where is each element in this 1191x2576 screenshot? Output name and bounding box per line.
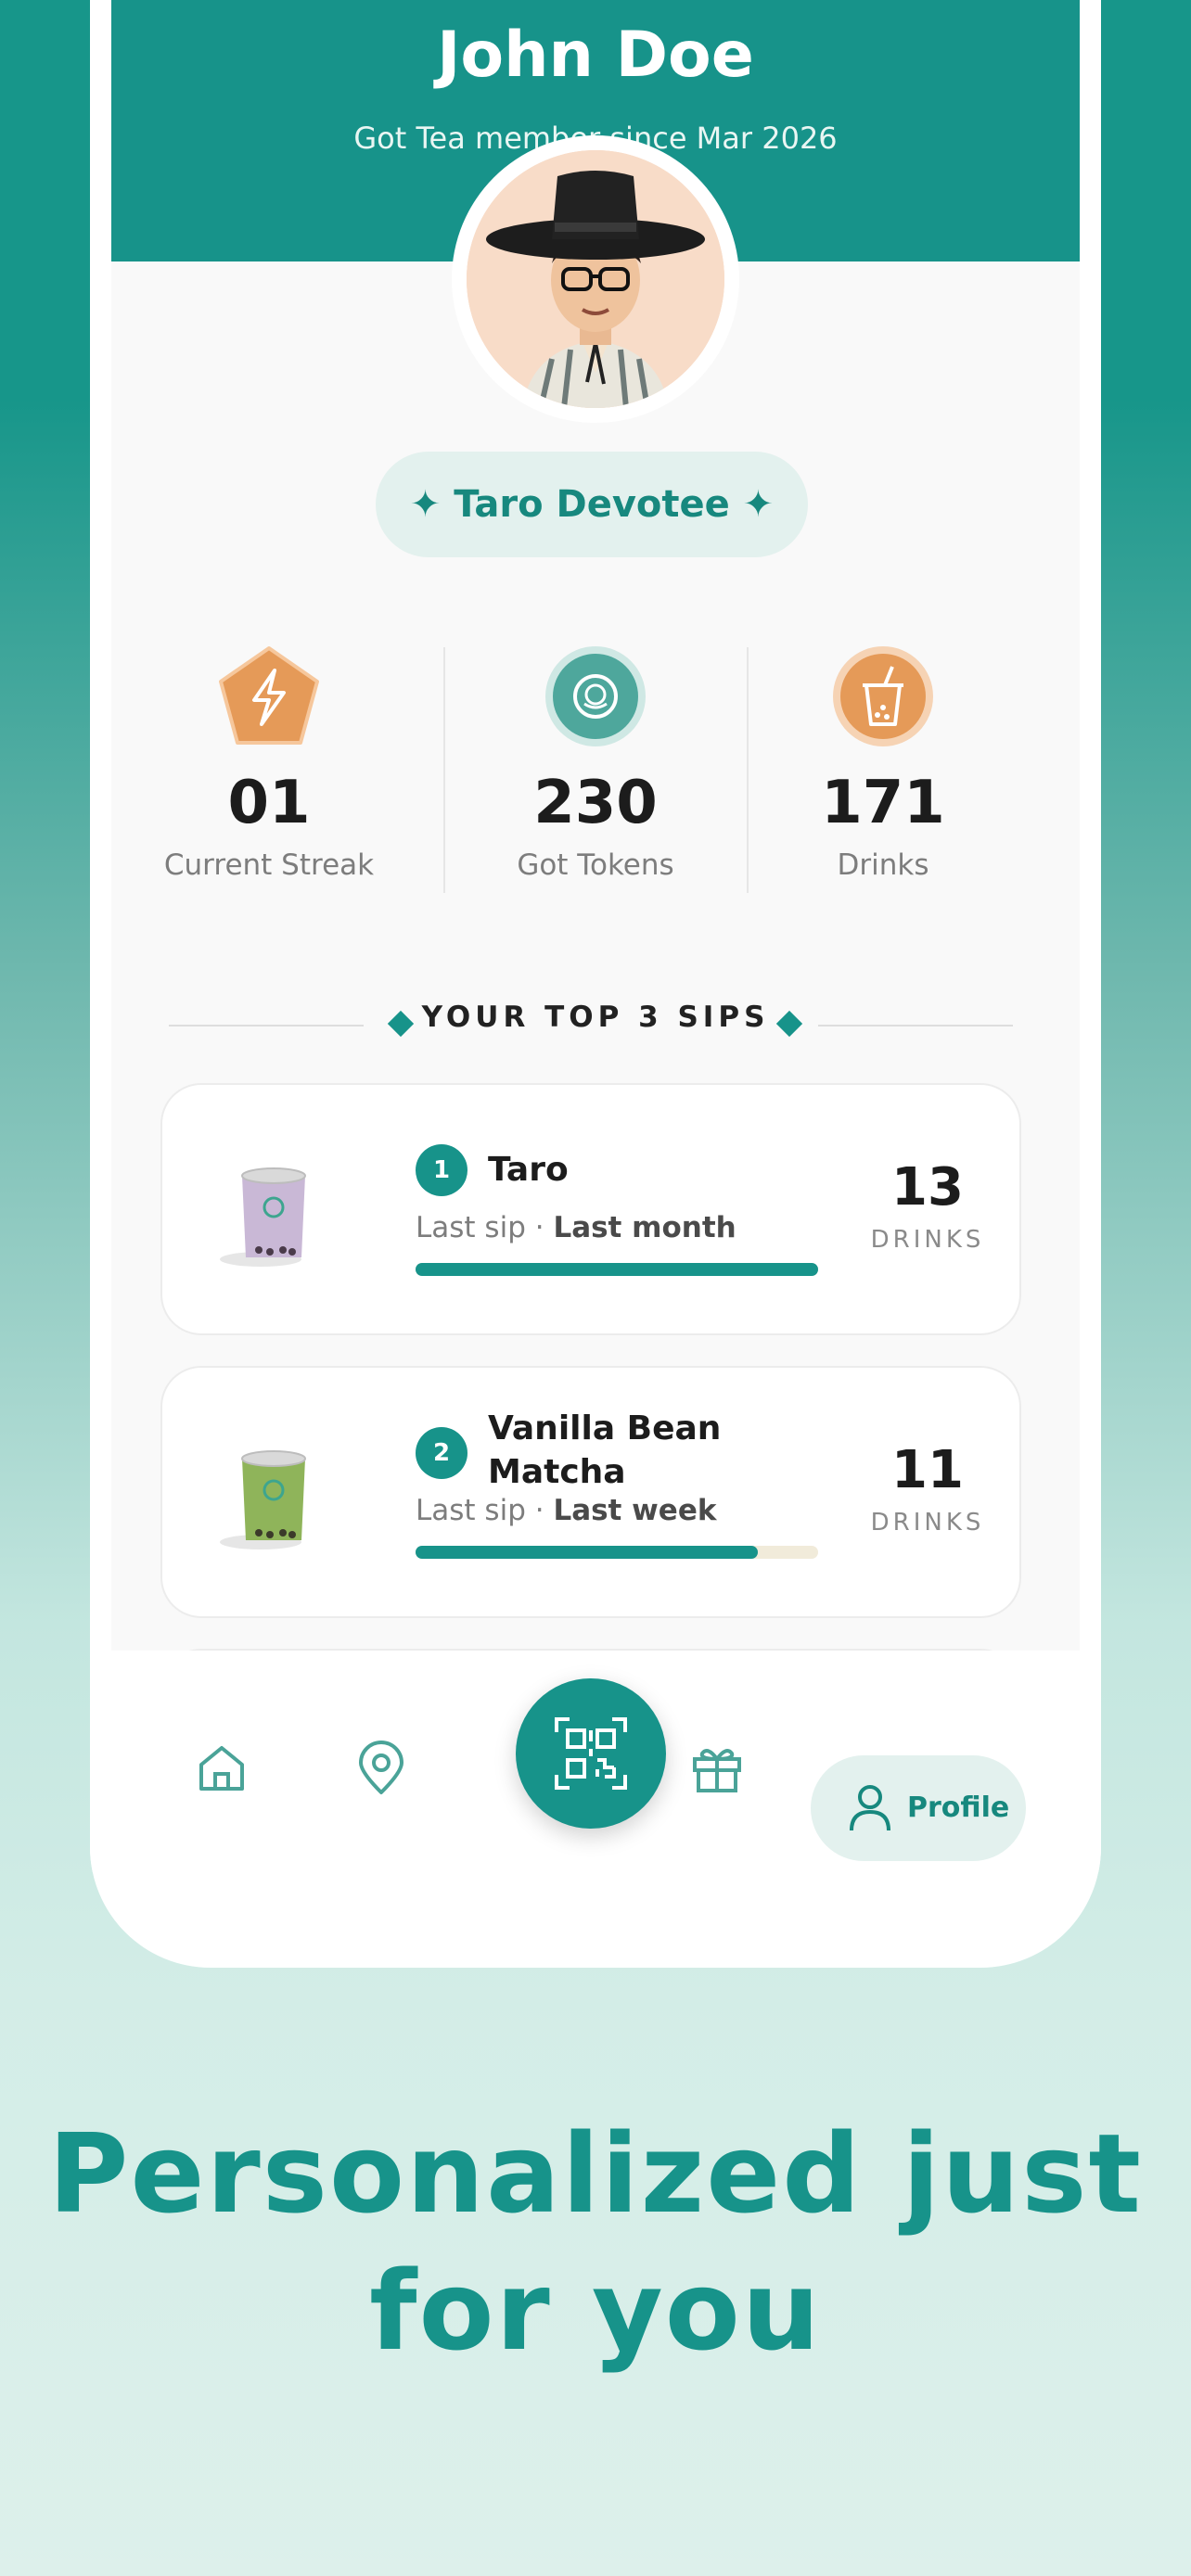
stat-label: Got Tokens bbox=[517, 848, 674, 882]
avatar[interactable] bbox=[452, 135, 739, 423]
divider-line bbox=[818, 1025, 1013, 1027]
drink-name: Taro bbox=[488, 1151, 569, 1189]
profile-icon bbox=[842, 1780, 898, 1836]
nav-profile-label: Profile bbox=[907, 1792, 1010, 1824]
matcha-cup-image bbox=[218, 1444, 329, 1555]
phone-frame: John Doe Got Tea member since Mar 2026 ✦… bbox=[90, 0, 1101, 1968]
last-sip-value: Last month bbox=[553, 1211, 736, 1244]
stat-got-tokens: 230 Got Tokens bbox=[452, 644, 739, 882]
scan-qr-icon bbox=[555, 1717, 627, 1790]
gift-icon[interactable] bbox=[689, 1741, 745, 1796]
tagline-line-2: for you bbox=[369, 2247, 822, 2375]
drink-name: Vanilla Bean Matcha bbox=[488, 1409, 722, 1491]
drink-count: 11 bbox=[891, 1440, 964, 1500]
lightning-icon bbox=[217, 644, 321, 748]
marketing-tagline: Personalized just for you bbox=[0, 2105, 1191, 2379]
stat-label: Drinks bbox=[837, 848, 929, 882]
nav-profile-button[interactable]: Profile bbox=[811, 1755, 1026, 1861]
top-sip-card-1[interactable]: 1 Taro Last sip · Last month 13 DRINKS bbox=[160, 1083, 1021, 1335]
rank-badge: 2 bbox=[416, 1427, 467, 1479]
progress-bar-fill bbox=[416, 1263, 818, 1276]
stat-value: 171 bbox=[821, 769, 945, 837]
tier-badge: ✦ Taro Devotee ✦ bbox=[376, 452, 808, 557]
taro-cup-image bbox=[218, 1161, 329, 1272]
stat-value: 230 bbox=[533, 769, 658, 837]
scan-qr-button[interactable] bbox=[516, 1678, 666, 1829]
user-name: John Doe bbox=[437, 19, 754, 92]
stat-label: Current Streak bbox=[163, 848, 375, 882]
rank-badge: 1 bbox=[416, 1144, 467, 1196]
location-pin-icon[interactable] bbox=[353, 1741, 409, 1796]
top-sips-title: YOUR TOP 3 SIPS bbox=[421, 1001, 770, 1034]
last-sip-text: Last sip · Last week bbox=[416, 1494, 717, 1527]
top-sip-card-2[interactable]: 2 Vanilla Bean Matcha Last sip · Last wee… bbox=[160, 1366, 1021, 1618]
drink-count-unit: DRINKS bbox=[870, 1509, 985, 1537]
home-icon[interactable] bbox=[194, 1741, 250, 1796]
drink-count-unit: DRINKS bbox=[870, 1226, 985, 1254]
avatar-illustration bbox=[467, 150, 724, 408]
tagline-line-1: Personalized just bbox=[48, 2110, 1143, 2238]
stat-drinks: 171 Drinks bbox=[739, 644, 1027, 882]
drink-count: 13 bbox=[891, 1157, 964, 1218]
last-sip-value: Last week bbox=[553, 1494, 717, 1527]
progress-bar-fill bbox=[416, 1546, 758, 1559]
boba-cup-icon bbox=[831, 644, 935, 748]
last-sip-text: Last sip · Last month bbox=[416, 1211, 736, 1244]
token-icon bbox=[544, 644, 647, 748]
stat-current-streak: 01 Current Streak bbox=[125, 644, 413, 882]
progress-bar bbox=[416, 1263, 818, 1276]
progress-bar bbox=[416, 1546, 818, 1559]
profile-screen: John Doe Got Tea member since Mar 2026 ✦… bbox=[111, 0, 1080, 1706]
stat-divider bbox=[443, 647, 445, 893]
stat-value: 01 bbox=[227, 769, 311, 837]
